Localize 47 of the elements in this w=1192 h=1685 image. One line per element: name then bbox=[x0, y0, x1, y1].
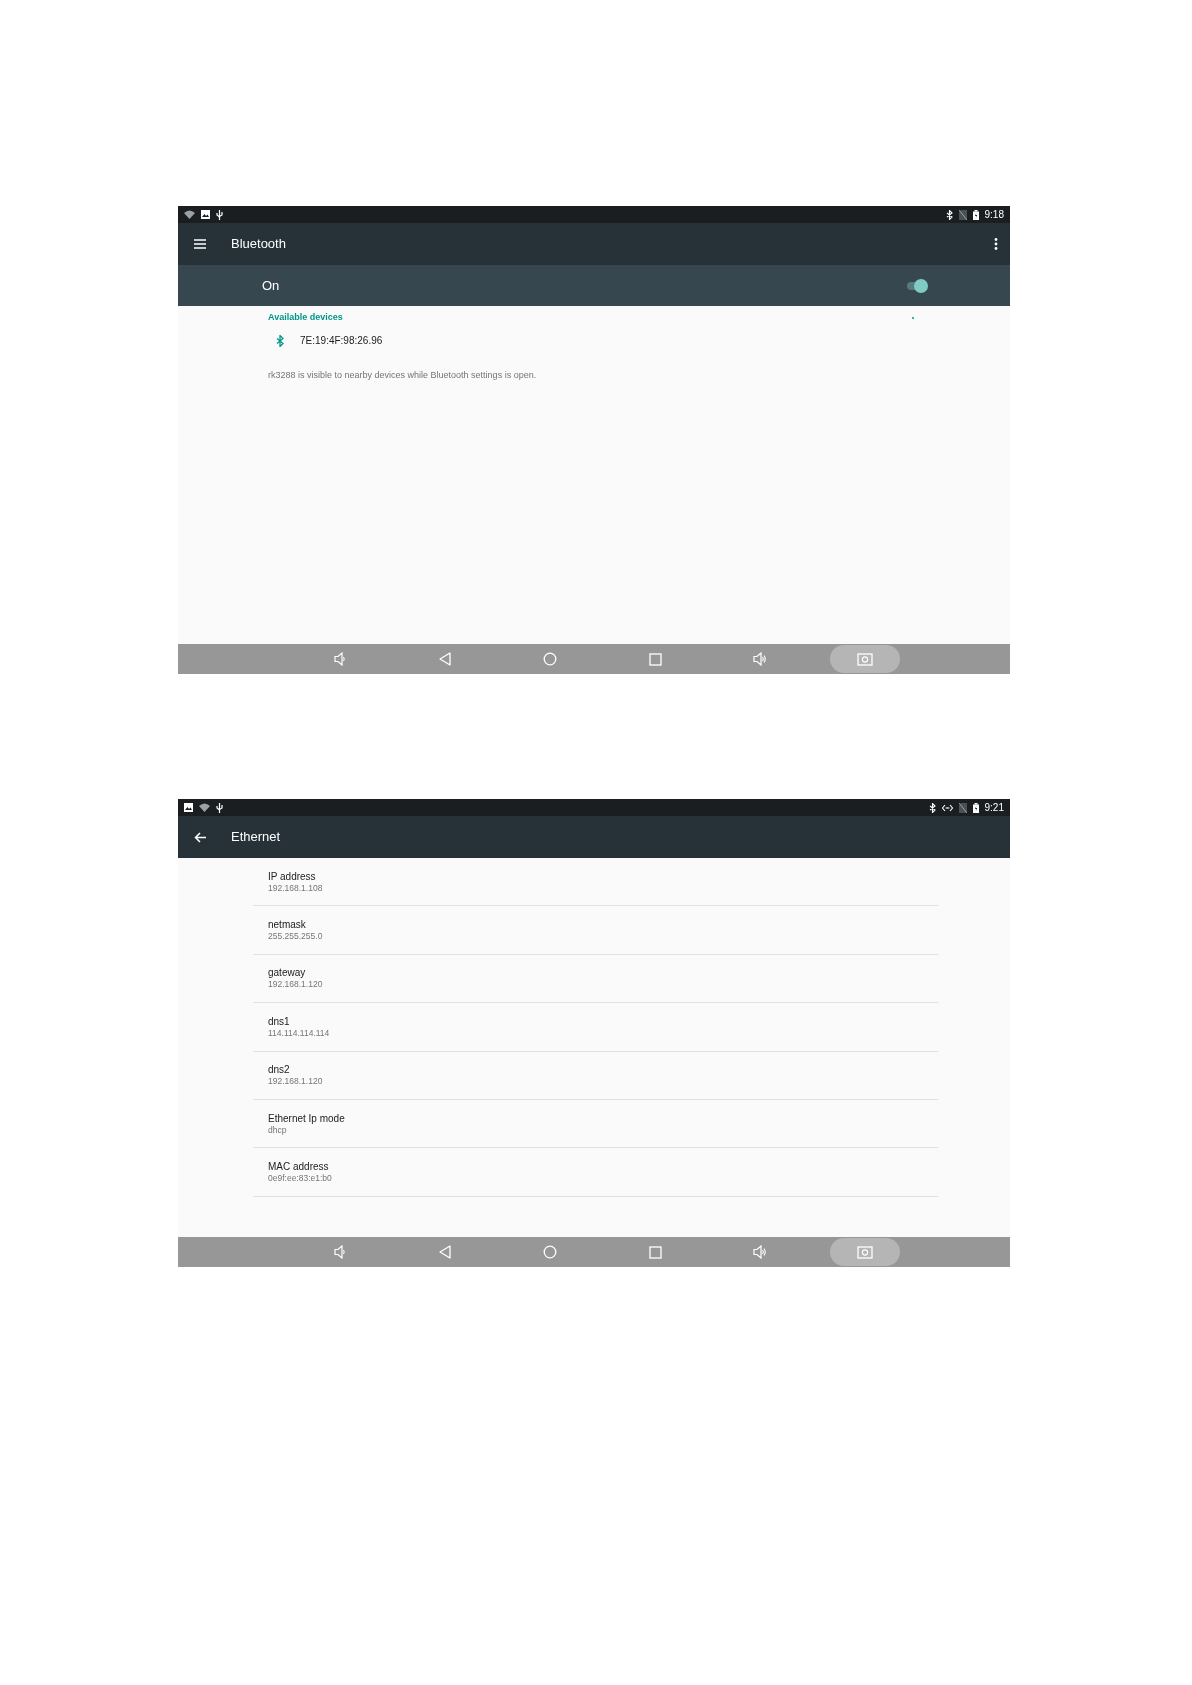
usb-icon bbox=[216, 802, 223, 813]
volume-icon bbox=[753, 652, 767, 666]
info-row[interactable]: MAC address 0e9f:ee:83:e1:b0 bbox=[253, 1148, 938, 1197]
screenshot-icon bbox=[857, 652, 873, 666]
back-icon bbox=[439, 652, 451, 666]
more-options-icon[interactable] bbox=[994, 238, 998, 250]
screenshot-icon bbox=[857, 1245, 873, 1259]
menu-icon[interactable] bbox=[194, 239, 206, 249]
nav-button[interactable] bbox=[830, 645, 900, 673]
info-row[interactable]: Ethernet Ip mode dhcp bbox=[253, 1099, 938, 1149]
nav-button[interactable] bbox=[830, 1238, 900, 1266]
info-row[interactable]: netmask 255.255.255.0 bbox=[253, 906, 938, 955]
back-arrow-icon[interactable] bbox=[194, 831, 206, 843]
screen-title: Bluetooth bbox=[231, 235, 286, 254]
status-time: 9:18 bbox=[984, 209, 1004, 220]
toggle-switch[interactable] bbox=[906, 278, 928, 293]
home-icon bbox=[543, 652, 557, 666]
sim-icon bbox=[958, 209, 967, 220]
section-header: Available devices bbox=[268, 311, 343, 324]
volume-icon bbox=[334, 1245, 346, 1259]
volume-icon bbox=[334, 652, 346, 666]
sim-icon bbox=[958, 802, 967, 813]
battery-icon bbox=[972, 802, 979, 813]
back-icon bbox=[439, 1245, 451, 1259]
battery-icon bbox=[972, 209, 979, 220]
screen-title: Ethernet bbox=[231, 828, 281, 847]
bluetooth-icon bbox=[928, 802, 936, 813]
bluetooth-icon bbox=[945, 209, 953, 220]
recents-icon bbox=[648, 652, 662, 666]
recents-icon bbox=[648, 1245, 662, 1259]
info-row[interactable]: gateway 192.168.1.120 bbox=[253, 954, 938, 1004]
usb-icon bbox=[216, 209, 223, 220]
image-icon bbox=[201, 210, 210, 219]
wifi-icon bbox=[184, 210, 195, 219]
status-time: 9:21 bbox=[984, 802, 1004, 813]
switch-label: On bbox=[262, 276, 280, 295]
ethernet-icon bbox=[941, 803, 953, 812]
info-row[interactable]: dns1 114.114.114.114 bbox=[253, 1003, 938, 1052]
visibility-note: rk3288 is visible to nearby devices while Bluetooth settings is open. bbox=[267, 368, 538, 382]
home-icon bbox=[543, 1245, 557, 1259]
image-icon bbox=[184, 803, 193, 812]
info-row[interactable]: IP address 192.168.1.108 bbox=[253, 858, 938, 907]
volume-icon bbox=[753, 1245, 767, 1259]
wifi-icon bbox=[199, 803, 210, 812]
info-row[interactable]: dns2 192.168.1.120 bbox=[253, 1051, 938, 1100]
bluetooth-icon bbox=[276, 334, 284, 347]
device-row[interactable]: 7E:19:4F:98:26.96 bbox=[178, 325, 1010, 356]
